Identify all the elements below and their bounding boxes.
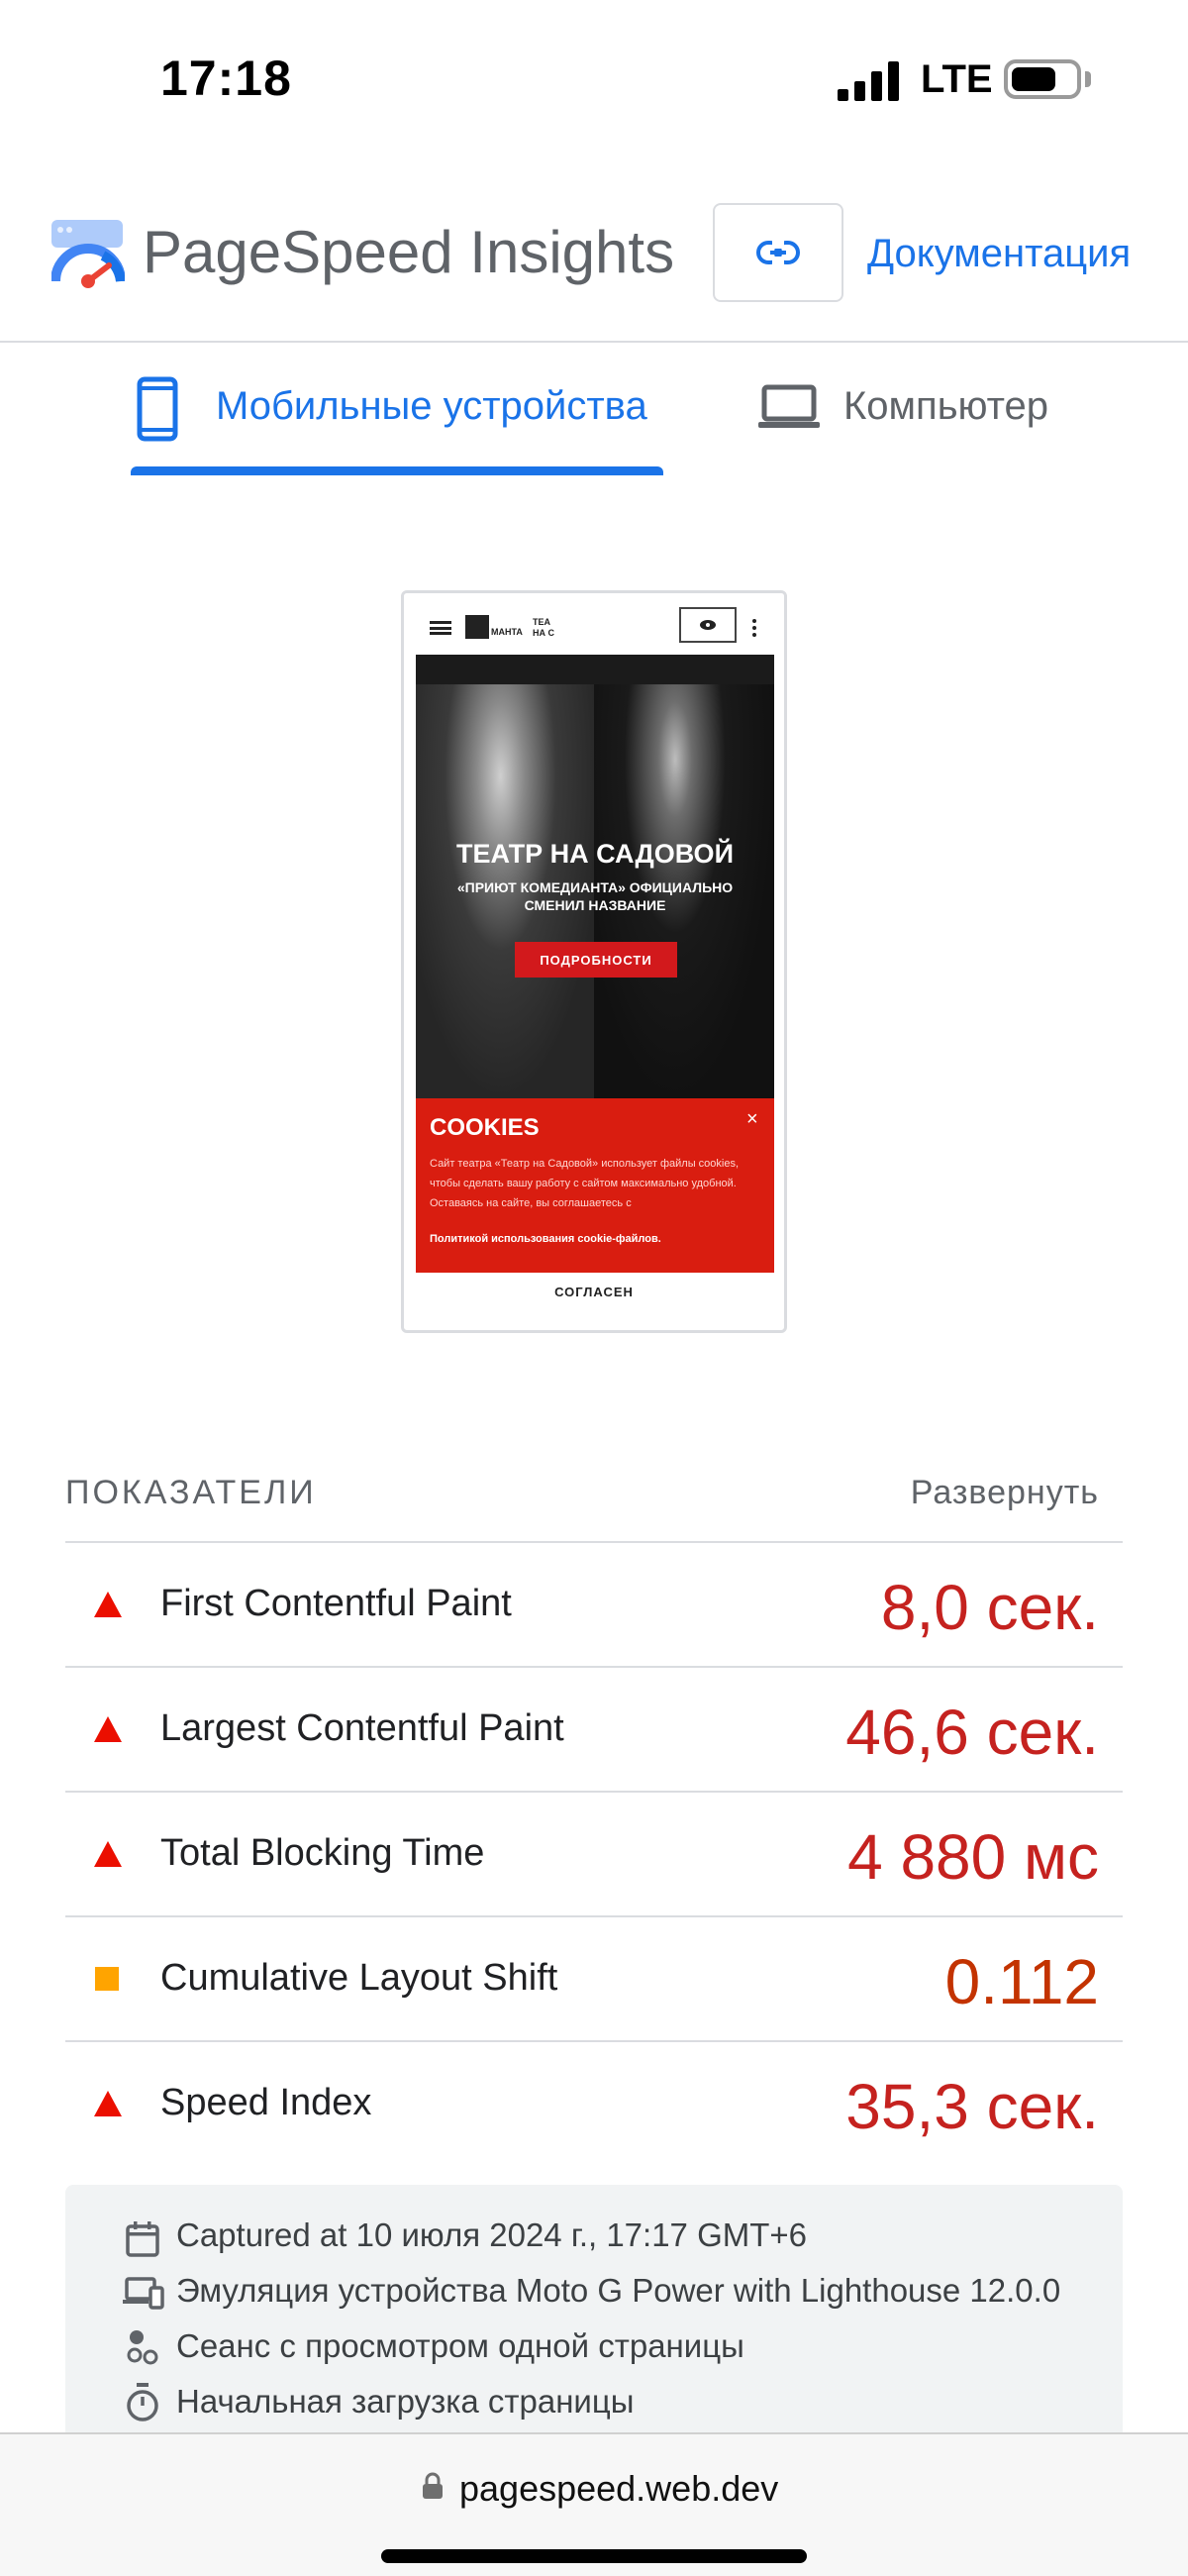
laptop-icon [758, 384, 820, 428]
preview-hero-title: ТЕАТР НА САДОВОЙ [456, 839, 734, 869]
metric-name: Speed Index [160, 2082, 372, 2123]
brand-title: PageSpeed Insights [143, 219, 675, 285]
docs-link[interactable]: Документация [867, 232, 1131, 276]
session-type: Сеанс с просмотром одной страницы [176, 2327, 744, 2364]
url-text[interactable]: pagespeed.web.dev [459, 2468, 778, 2510]
metrics-title: ПОКАЗАТЕЛИ [65, 1474, 317, 1511]
fail-triangle-icon [94, 1841, 122, 1867]
tab-mobile-label: Мобильные устройства [216, 384, 647, 428]
calendar-icon [126, 2221, 159, 2257]
preview-agree-button: СОГЛАСЕН [554, 1285, 634, 1299]
metric-row-fcp: First Contentful Paint 8,0 сек. [65, 1543, 1123, 1668]
link-icon [756, 241, 800, 264]
preview-hero-banner: ТЕАТР НА САДОВОЙ «ПРИЮТ КОМЕДИАНТА» ОФИЦ… [416, 655, 774, 1098]
fail-triangle-icon [94, 1592, 122, 1617]
preview-logo-line1: ТЕА [533, 617, 550, 627]
metric-row-tbt: Total Blocking Time 4 880 мс [65, 1793, 1123, 1917]
metric-name: Largest Contentful Paint [160, 1707, 564, 1749]
preview-hero-subtitle: «ПРИЮТ КОМЕДИАНТА» ОФИЦИАЛЬНО СМЕНИЛ НАЗ… [456, 879, 734, 913]
status-time: 17:18 [160, 51, 292, 106]
metric-row-lcp: Largest Contentful Paint 46,6 сек. [65, 1668, 1123, 1793]
page-screenshot-preview: МАНТА ТЕА НА С ТЕАТР НА САДОВОЙ «ПРИЮТ К… [401, 590, 787, 1333]
session-icon [127, 2330, 158, 2365]
device-emulation: Эмуляция устройства Moto G Power with Li… [176, 2272, 1061, 2309]
preview-cookies-text: Сайт театра «Театр на Садовой» используе… [430, 1158, 740, 1209]
metric-name: Cumulative Layout Shift [160, 1957, 558, 1999]
preview-menu-icon [430, 621, 451, 635]
average-square-icon [95, 1967, 119, 1991]
battery-icon [1004, 59, 1081, 99]
active-tab-indicator [131, 466, 663, 475]
tab-desktop-label: Компьютер [843, 384, 1049, 428]
metric-value: 46,6 сек. [845, 1697, 1099, 1768]
tab-mobile[interactable]: Мобильные устройства [131, 343, 663, 475]
metric-row-si: Speed Index 35,3 сек. [65, 2042, 1123, 2167]
preview-logo-text: МАНТА [491, 627, 523, 637]
copy-link-button[interactable] [713, 203, 843, 302]
metric-value: 0.112 [944, 1946, 1099, 2017]
battery-tip [1085, 71, 1091, 87]
devices-icon [123, 2277, 164, 2310]
preview-cookie-banner: COOKIES × Сайт театра «Театр на Садовой»… [416, 1098, 774, 1273]
signal-icon [838, 61, 901, 101]
metric-value: 4 880 мс [847, 1821, 1099, 1893]
preview-site-header: МАНТА ТЕА НА С [404, 593, 784, 655]
metric-name: First Contentful Paint [160, 1583, 512, 1624]
captured-at: Captured at 10 июля 2024 г., 17:17 GMT+6 [176, 2216, 808, 2253]
metric-name: Total Blocking Time [160, 1832, 485, 1874]
preview-logo-line2: НА С [533, 628, 554, 638]
metric-value: 35,3 сек. [845, 2071, 1099, 2142]
run-info-box: Captured at 10 июля 2024 г., 17:17 GMT+6… [65, 2185, 1123, 2442]
device-tabs: Мобильные устройства Компьютер [0, 343, 1188, 475]
metrics-header: ПОКАЗАТЕЛИ Развернуть [65, 1464, 1123, 1543]
smartphone-icon [137, 376, 178, 442]
timer-icon [127, 2383, 158, 2421]
preview-logo-secondary: ТЕА НА С [533, 617, 554, 639]
fail-triangle-icon [94, 2091, 122, 2116]
preview-close-icon: × [746, 1108, 758, 1130]
preview-logo-icon [465, 615, 489, 639]
network-type: LTE [921, 57, 993, 101]
preview-details-button: ПОДРОБНОСТИ [515, 942, 677, 978]
load-type: Начальная загрузка страницы [176, 2383, 635, 2420]
preview-cookies-link: Политикой использования cookie-файлов. [430, 1233, 661, 1245]
preview-more-icon [752, 619, 756, 637]
pagespeed-logo-icon [50, 220, 126, 289]
preview-eye-icon [679, 607, 737, 643]
app-header: PageSpeed Insights Документация [0, 188, 1188, 343]
home-indicator[interactable] [381, 2549, 807, 2563]
metric-row-cls: Cumulative Layout Shift 0.112 [65, 1917, 1123, 2042]
expand-metrics-button[interactable]: Развернуть [911, 1474, 1099, 1512]
tab-desktop[interactable]: Компьютер [752, 343, 1089, 475]
browser-address-bar[interactable]: pagespeed.web.dev [0, 2432, 1188, 2576]
status-bar: 17:18 LTE [0, 0, 1188, 158]
metric-value: 8,0 сек. [880, 1572, 1099, 1643]
preview-cookies-title: COOKIES [430, 1114, 540, 1141]
lock-icon [423, 2472, 443, 2499]
fail-triangle-icon [94, 1716, 122, 1742]
